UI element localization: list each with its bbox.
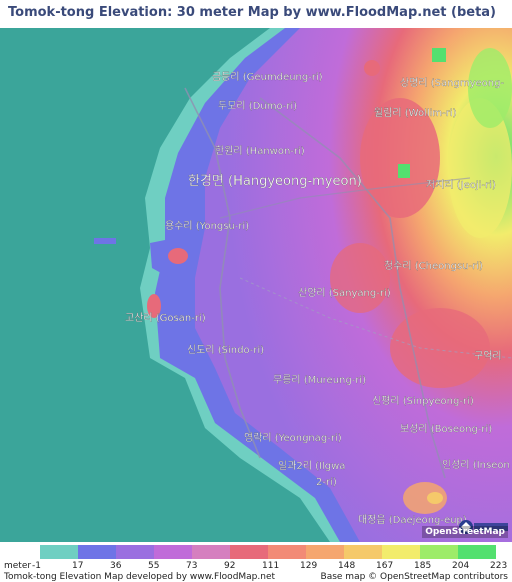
place-label-sanyang: 산양리 (Sanyang-ri) — [298, 287, 391, 299]
legend-swatch — [154, 545, 192, 559]
legend-swatch — [268, 545, 306, 559]
legend-swatch — [306, 545, 344, 559]
legend-tick: 92 — [224, 561, 236, 571]
place-label-mureung: 무릉리 (Mureung-ri) — [273, 374, 366, 386]
footer-credit-right[interactable]: Base map © OpenStreetMap contributors — [321, 572, 508, 582]
legend-tick: 167 — [376, 561, 394, 571]
legend-swatch — [78, 545, 116, 559]
osm-credit[interactable]: OpenStreetMap — [422, 526, 508, 538]
peak-jeoji — [398, 164, 410, 178]
place-label-wollim: 월림리 (Wollim-ri) — [374, 107, 457, 119]
legend-tick: 36 — [110, 561, 122, 571]
islet-west — [94, 238, 116, 244]
highland-sanyang — [330, 243, 390, 313]
place-label-gosan: 고산리 (Gosan-ri) — [125, 312, 206, 324]
place-label-sindo: 신도리 (Sindo-ri) — [187, 344, 264, 356]
legend-swatch — [192, 545, 230, 559]
legend-unit: meter — [4, 561, 32, 571]
highland-gueok — [390, 308, 490, 388]
place-label-geumdeung: 금등리 (Geumdeung-ri) — [212, 71, 323, 83]
place-label-hangyeong: 한경면 (Hangyeong-myeon) — [188, 174, 362, 189]
legend-tick: 223 — [490, 561, 508, 571]
legend-swatch — [40, 545, 78, 559]
hill-yongsu — [168, 248, 188, 264]
legend-tick: -1 — [32, 561, 41, 571]
place-label-inseong: 인성리 (Inseon — [442, 459, 510, 471]
legend-swatch — [344, 545, 382, 559]
legend-tick: 148 — [338, 561, 356, 571]
elevation-legend: meter -1 17 36 55 73 92 111 129 148 167 185 204 223 … — [0, 542, 512, 582]
peak-north — [432, 48, 446, 62]
place-label-yongsu: 용수리 (Yongsu-ri) — [165, 220, 249, 232]
legend-tick: 185 — [414, 561, 432, 571]
page-title: Tomok-tong Elevation: 30 meter Map by ww… — [8, 5, 496, 20]
place-label-sinpyeong: 신평리 (Sinpyeong-ri) — [372, 395, 474, 407]
legend-swatch — [116, 545, 154, 559]
place-label-dumo: 두모리 (Dumo-ri) — [218, 100, 297, 112]
hill-sangmyeong — [364, 60, 380, 76]
legend-tick: 55 — [148, 561, 160, 571]
legend-tick: 111 — [262, 561, 280, 571]
map-canvas[interactable]: 금등리 (Geumdeung-ri) 두모리 (Dumo-ri) 한원리 (Ha… — [0, 28, 512, 542]
hill-daejeong-peak — [427, 492, 443, 504]
place-label-ilgwa-2: 2-ri) — [316, 477, 337, 488]
legend-swatch — [420, 545, 458, 559]
footer-credit-left[interactable]: Tomok-tong Elevation Map developed by ww… — [4, 572, 275, 582]
place-label-ilgwa: 일과2리 (Ilgwa — [278, 460, 345, 472]
legend-tick: 129 — [300, 561, 318, 571]
place-label-hanwon: 한원리 (Hanwon-ri) — [215, 145, 305, 157]
title-bar: Tomok-tong Elevation: 30 meter Map by ww… — [0, 0, 512, 28]
place-label-gueok: 구억리 — [474, 350, 502, 362]
legend-swatch — [382, 545, 420, 559]
place-label-cheongsu: 청수리 (Cheongsu-ri) — [384, 260, 483, 272]
legend-tick: 204 — [452, 561, 470, 571]
place-label-daejeong: 대정읍 (Daejeong-eup) — [358, 514, 467, 526]
elevation-map[interactable]: 금등리 (Geumdeung-ri) 두모리 (Dumo-ri) 한원리 (Ha… — [0, 28, 512, 542]
legend-tick: 73 — [186, 561, 198, 571]
place-label-yeongnag: 영락리 (Yeongnag-ri) — [244, 432, 342, 444]
legend-swatch — [230, 545, 268, 559]
legend-tick: 17 — [72, 561, 84, 571]
place-label-jeoji: 저지리 (Jeoji-ri) — [426, 179, 496, 191]
place-label-boseong: 보성리 (Boseong-ri) — [400, 423, 492, 435]
place-label-sangmyeong: 상명리 (Sangmyeong- — [400, 77, 504, 89]
legend-swatch — [458, 545, 496, 559]
